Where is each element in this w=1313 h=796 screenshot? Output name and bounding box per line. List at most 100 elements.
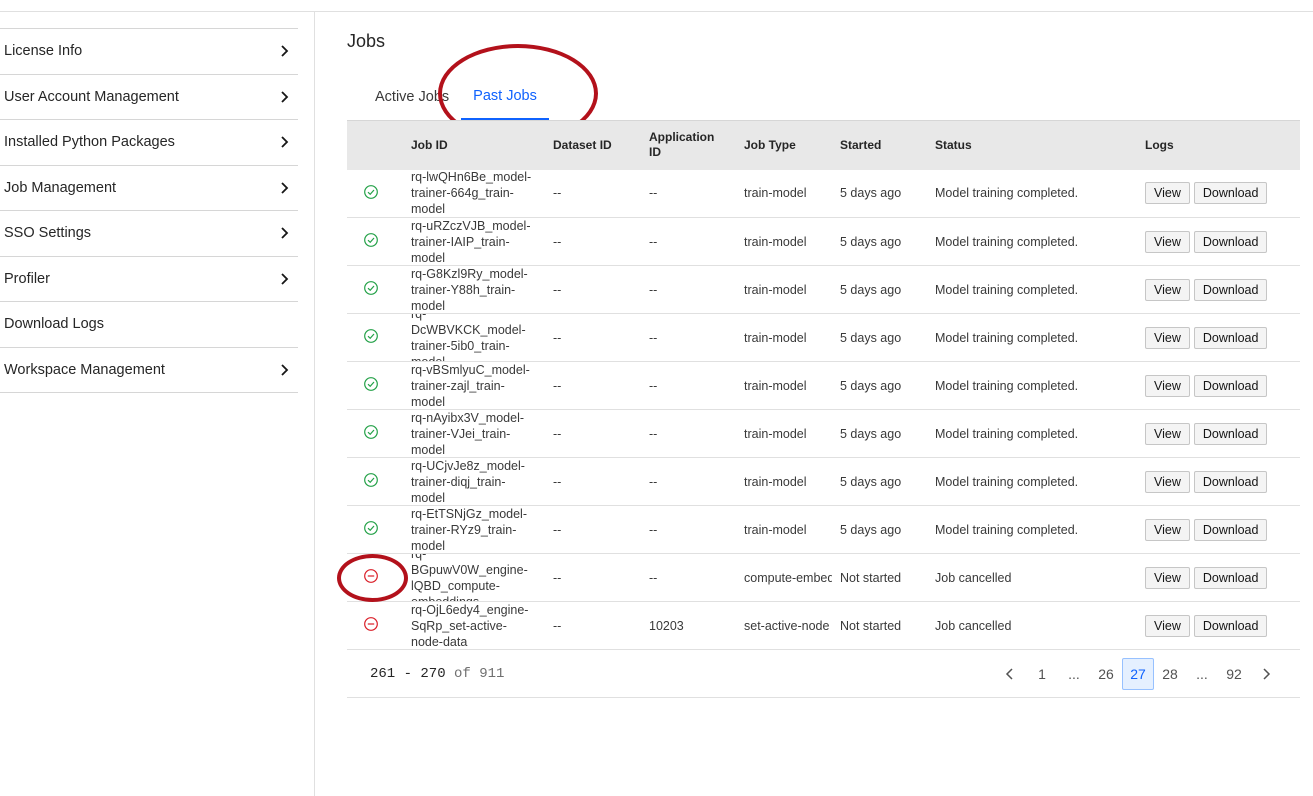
dataset-id: --	[553, 618, 562, 633]
view-logs-button[interactable]: View	[1145, 566, 1190, 589]
dataset-id: --	[553, 426, 562, 441]
page-buttons: 1... 26 27 28... 92	[994, 658, 1282, 690]
sidebar-item-workspace-management[interactable]: Workspace Management	[0, 348, 298, 393]
status-icon-cell	[347, 170, 403, 218]
view-logs-button[interactable]: View	[1145, 278, 1190, 301]
sidebar-item-job-management[interactable]: Job Management	[0, 166, 298, 211]
view-logs-button[interactable]: View	[1145, 470, 1190, 493]
started: 5 days ago	[840, 330, 902, 345]
download-logs-button[interactable]: Download	[1193, 182, 1268, 205]
job-id: rq-UCjvJe8z_model-trainer-diqj_train-mod…	[411, 458, 525, 505]
sidebar-item-label: SSO Settings	[4, 225, 92, 242]
tab-active-jobs[interactable]: Active Jobs	[347, 74, 461, 120]
download-logs-button[interactable]: Download	[1193, 326, 1268, 349]
status-text: Model training completed.	[935, 522, 1079, 537]
sidebar-item-installed-python-packages[interactable]: Installed Python Packages	[0, 120, 298, 166]
dataset-id: --	[553, 570, 562, 585]
status-text: Model training completed.	[935, 426, 1079, 441]
view-logs-button[interactable]: View	[1145, 182, 1190, 205]
download-logs-button[interactable]: Download	[1193, 518, 1268, 541]
range-text: 261 - 270	[370, 666, 446, 682]
job-id: rq-DcWBVKCK_model-trainer-5ib0_train-mod…	[411, 314, 526, 361]
logs-cell: View Download	[1137, 362, 1300, 410]
pagination-range: 261 - 270 of 911	[370, 666, 504, 682]
sidebar: License Info User Account Management Ins…	[0, 28, 298, 393]
dataset-id: --	[553, 474, 562, 489]
sidebar-item-user-account-management[interactable]: User Account Management	[0, 75, 298, 120]
table-row: rq-OjL6edy4_engine-SqRp_set-active-node-…	[347, 602, 1300, 650]
download-logs-button[interactable]: Download	[1193, 374, 1268, 397]
application-id: --	[649, 186, 658, 201]
table-row: rq-EtTSNjGz_model-trainer-RYz9_train-mod…	[347, 506, 1300, 554]
job-id-cell: rq-DcWBVKCK_model-trainer-5ib0_train-mod…	[403, 314, 545, 362]
sidebar-item-sso-settings[interactable]: SSO Settings	[0, 211, 298, 257]
sidebar-item-download-logs[interactable]: Download Logs	[0, 302, 298, 348]
job-id: rq-OjL6edy4_engine-SqRp_set-active-node-…	[411, 602, 529, 649]
chevron-right-icon[interactable]	[1250, 658, 1282, 690]
job-id-cell: rq-EtTSNjGz_model-trainer-RYz9_train-mod…	[403, 506, 545, 554]
job-id: rq-nAyibx3V_model-trainer-VJei_train-mod…	[411, 410, 525, 457]
pagination-ellipsis: ...	[1068, 666, 1080, 682]
table-header-row: Job ID Dataset ID Application ID Job Typ…	[347, 120, 1300, 170]
chevron-left-icon[interactable]	[994, 658, 1026, 690]
view-logs-button[interactable]: View	[1145, 374, 1190, 397]
job-type: compute-embeddings	[744, 570, 832, 585]
status-icon-cell	[347, 458, 403, 506]
dataset-id: --	[553, 282, 562, 297]
sidebar-item-license-info[interactable]: License Info	[0, 29, 298, 75]
logs-cell: View Download	[1137, 602, 1300, 650]
past-jobs-table: Job ID Dataset ID Application ID Job Typ…	[347, 120, 1300, 650]
download-logs-button[interactable]: Download	[1193, 614, 1268, 637]
job-id-cell: rq-uRZczVJB_model-trainer-IAIP_train-mod…	[403, 218, 545, 266]
table-row: rq-nAyibx3V_model-trainer-VJei_train-mod…	[347, 410, 1300, 458]
application-id: --	[649, 378, 658, 393]
sidebar-item-label: User Account Management	[4, 88, 179, 105]
logs-cell: View Download	[1137, 218, 1300, 266]
logs-cell: View Download	[1137, 506, 1300, 554]
status-text: Job cancelled	[935, 570, 1012, 585]
chevron-right-icon	[276, 43, 292, 59]
view-logs-button[interactable]: View	[1145, 614, 1190, 637]
chevron-right-icon	[276, 134, 292, 150]
pagination: 261 - 270 of 911 1... 26 27 28... 92	[347, 651, 1300, 698]
header-job-id: Job ID	[411, 138, 448, 153]
checkmark-outline-icon	[363, 376, 379, 392]
download-logs-button[interactable]: Download	[1193, 230, 1268, 253]
job-type: train-model	[744, 474, 807, 489]
page-button[interactable]: 26	[1090, 658, 1122, 690]
page-button[interactable]: 92	[1218, 658, 1250, 690]
job-id-cell: rq-G8Kzl9Ry_model-trainer-Y88h_train-mod…	[403, 266, 545, 314]
application-id: --	[649, 474, 658, 489]
download-logs-button[interactable]: Download	[1193, 278, 1268, 301]
view-logs-button[interactable]: View	[1145, 230, 1190, 253]
view-logs-button[interactable]: View	[1145, 518, 1190, 541]
sidebar-item-profiler[interactable]: Profiler	[0, 257, 298, 302]
header-status: Status	[935, 138, 972, 153]
application-id: --	[649, 282, 658, 297]
job-type: train-model	[744, 234, 807, 249]
status-text: Job cancelled	[935, 618, 1012, 633]
job-id-cell: rq-UCjvJe8z_model-trainer-diqj_train-mod…	[403, 458, 545, 506]
status-icon-cell	[347, 410, 403, 458]
status-icon-cell	[347, 362, 403, 410]
header-logs: Logs	[1145, 138, 1174, 153]
download-logs-button[interactable]: Download	[1193, 470, 1268, 493]
job-tabs: Active Jobs Past Jobs	[347, 74, 549, 120]
page-button-current[interactable]: 27	[1122, 658, 1154, 690]
started: 5 days ago	[840, 522, 902, 537]
started: 5 days ago	[840, 186, 902, 201]
view-logs-button[interactable]: View	[1145, 326, 1190, 349]
status-text: Model training completed.	[935, 234, 1079, 249]
download-logs-button[interactable]: Download	[1193, 566, 1268, 589]
checkmark-outline-icon	[363, 520, 379, 536]
page-button[interactable]: 1	[1026, 658, 1058, 690]
tab-past-jobs[interactable]: Past Jobs	[461, 74, 549, 120]
download-logs-button[interactable]: Download	[1193, 422, 1268, 445]
chevron-right-icon	[276, 180, 292, 196]
view-logs-button[interactable]: View	[1145, 422, 1190, 445]
job-type: train-model	[744, 330, 807, 345]
page-button[interactable]: 28	[1154, 658, 1186, 690]
top-border	[0, 11, 1313, 12]
table-row: rq-DcWBVKCK_model-trainer-5ib0_train-mod…	[347, 314, 1300, 362]
chevron-right-icon	[276, 225, 292, 241]
